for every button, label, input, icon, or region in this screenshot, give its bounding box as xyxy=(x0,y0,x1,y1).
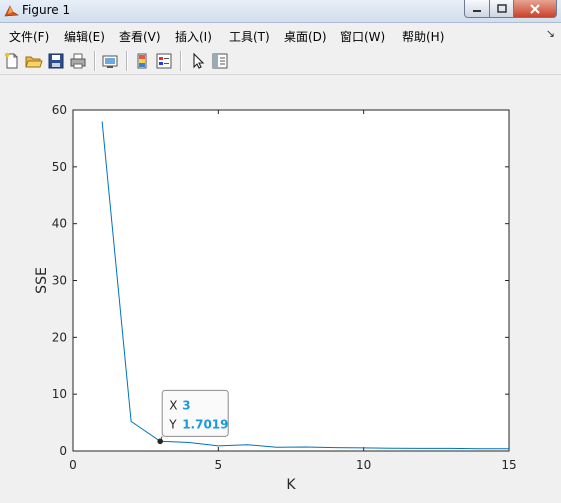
y-tick-label: 40 xyxy=(52,217,67,231)
plot-svg: 0 10 20 30 40 50 60 0 5 10 15 X 3 Y 1.7019 K SSE xyxy=(34,103,517,493)
figure-canvas: 0 10 20 30 40 50 60 0 5 10 15 X 3 Y 1.7019 K SSE xyxy=(0,75,561,499)
datatip-x-value: 3 xyxy=(182,398,190,412)
menu-edit[interactable]: 编辑(E) xyxy=(64,28,105,45)
pointer-icon[interactable] xyxy=(189,52,207,70)
menu-insert[interactable]: 插入(I) xyxy=(175,28,212,45)
legend-icon[interactable] xyxy=(155,52,173,70)
maximize-button[interactable] xyxy=(490,0,514,18)
window-controls xyxy=(464,0,557,18)
dock-arrow-icon[interactable]: ↘ xyxy=(546,27,555,40)
x-tick-label: 5 xyxy=(215,458,223,472)
y-tick-label: 0 xyxy=(59,444,67,458)
menu-file[interactable]: 文件(F) xyxy=(9,28,49,45)
toolbar xyxy=(0,48,561,75)
property-editor-icon[interactable] xyxy=(211,52,229,70)
close-button[interactable] xyxy=(514,0,557,18)
open-folder-icon[interactable] xyxy=(25,52,43,70)
maximize-icon xyxy=(496,3,507,13)
save-icon[interactable] xyxy=(47,52,65,70)
toolbar-separator xyxy=(94,51,96,71)
new-figure-icon[interactable] xyxy=(3,52,21,70)
matlab-logo-icon xyxy=(4,5,19,17)
menu-bar: 文件(F) 编辑(E) 查看(V) 插入(I) 工具(T) 桌面(D) 窗口(W… xyxy=(0,24,561,46)
menu-view[interactable]: 查看(V) xyxy=(119,28,161,45)
datatip-y-value: 1.7019 xyxy=(182,417,228,431)
y-tick-label: 30 xyxy=(52,274,67,288)
close-icon xyxy=(530,3,540,14)
x-tick-label: 10 xyxy=(356,458,371,472)
window-title: Figure 1 xyxy=(22,3,71,17)
x-tick-label: 0 xyxy=(69,458,77,472)
menu-tools[interactable]: 工具(T) xyxy=(229,28,270,45)
x-tick-label: 15 xyxy=(501,458,516,472)
minimize-icon xyxy=(473,9,481,12)
print-icon[interactable] xyxy=(69,52,87,70)
datatip[interactable]: X 3 Y 1.7019 xyxy=(157,389,229,445)
x-axis-label: K xyxy=(286,477,296,493)
datatip-marker xyxy=(157,438,163,445)
menu-help[interactable]: 帮助(H) xyxy=(402,28,444,45)
axes-background[interactable] xyxy=(72,109,510,452)
datatip-x-label: X xyxy=(169,398,177,412)
y-axis-label: SSE xyxy=(34,267,50,294)
link-figure-icon[interactable] xyxy=(101,52,119,70)
y-tick-label: 50 xyxy=(52,160,67,174)
datatip-y-label: Y xyxy=(168,417,177,431)
title-bar: Figure 1 xyxy=(0,0,561,23)
colorbar-icon[interactable] xyxy=(133,52,151,70)
y-tick-label: 10 xyxy=(52,387,67,401)
y-tick-label: 60 xyxy=(52,103,67,117)
toolbar-separator xyxy=(126,51,128,71)
menu-desktop[interactable]: 桌面(D) xyxy=(284,28,327,45)
y-tick-label: 20 xyxy=(52,330,67,344)
minimize-button[interactable] xyxy=(464,0,490,18)
toolbar-separator xyxy=(180,51,182,71)
menu-window[interactable]: 窗口(W) xyxy=(340,28,385,45)
